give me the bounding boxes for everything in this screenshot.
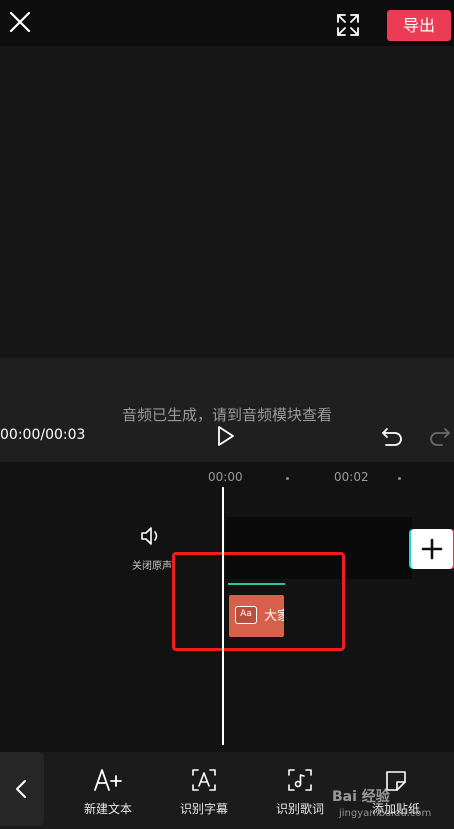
annotation-highlight-box — [172, 552, 345, 651]
play-icon[interactable] — [213, 424, 237, 448]
new-text-tool[interactable]: 新建文本 — [68, 760, 148, 824]
speaker-icon[interactable] — [139, 525, 163, 547]
tool-label: 识别歌词 — [275, 802, 324, 816]
add-clip-button[interactable] — [411, 529, 453, 569]
recognize-subtitles-tool[interactable]: 识别字幕 — [164, 760, 244, 824]
recognize-lyrics-tool[interactable]: 识别歌词 — [260, 760, 340, 824]
tool-label: 识别字幕 — [179, 802, 228, 816]
mute-original-sound-label[interactable]: 关闭原声 — [132, 557, 172, 572]
back-button[interactable] — [0, 752, 44, 826]
close-icon[interactable] — [6, 8, 34, 36]
audio-generated-toast: 音频已生成，请到音频模块查看 — [121, 406, 332, 424]
export-button[interactable]: 导出 — [387, 10, 451, 41]
baidu-watermark-url: jingyan.baidu.com — [339, 808, 432, 819]
add-text-icon — [93, 766, 123, 794]
baidu-watermark: Bai 经验 — [332, 789, 390, 805]
time-tick-label: 00:02 — [334, 470, 369, 484]
time-tick-label: 00:00 — [208, 470, 243, 484]
recognize-subtitle-icon — [189, 766, 219, 794]
top-bar — [0, 0, 454, 46]
recognize-lyrics-icon — [285, 766, 315, 794]
undo-icon[interactable] — [380, 425, 404, 447]
playhead[interactable] — [222, 487, 224, 745]
fullscreen-icon[interactable] — [334, 11, 362, 39]
video-preview[interactable] — [0, 46, 454, 358]
time-tick-dot — [398, 477, 401, 480]
tool-label: 新建文本 — [83, 802, 132, 816]
playback-time: 00:00/00:03 — [0, 427, 86, 443]
time-tick-dot — [286, 477, 289, 480]
redo-icon[interactable] — [428, 425, 454, 447]
